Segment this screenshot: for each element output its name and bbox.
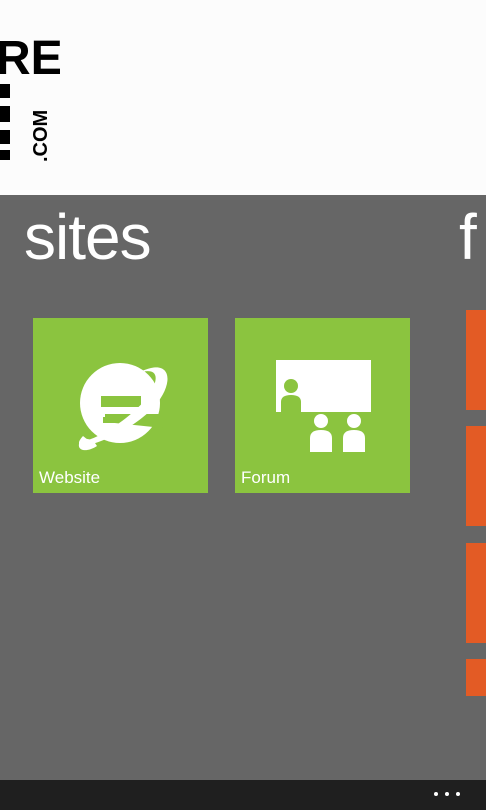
presentation-audience-icon <box>276 360 371 452</box>
svg-text:.COM: .COM <box>30 110 52 162</box>
website-tile[interactable]: Website <box>33 318 208 493</box>
next-section-tile-2[interactable] <box>466 426 486 526</box>
site-logo: RE .COM <box>0 32 60 162</box>
website-tile-label: Website <box>39 468 101 487</box>
svg-text:RE: RE <box>0 32 60 85</box>
next-section-title-peek[interactable]: f <box>459 197 477 277</box>
next-section-tile-3[interactable] <box>466 543 486 643</box>
app-bar <box>0 780 486 810</box>
ellipsis-icon[interactable] <box>432 784 462 804</box>
next-section-tile-1[interactable] <box>466 310 486 410</box>
forum-tile-label: Forum <box>241 468 291 487</box>
section-title-sites: sites <box>24 201 152 273</box>
next-section-tile-4[interactable] <box>466 659 486 696</box>
panorama[interactable]: sites f Website Forum <box>0 195 486 780</box>
internet-explorer-icon <box>78 363 168 451</box>
forum-tile[interactable]: Forum <box>235 318 410 493</box>
header-area: RE .COM <box>0 0 486 195</box>
